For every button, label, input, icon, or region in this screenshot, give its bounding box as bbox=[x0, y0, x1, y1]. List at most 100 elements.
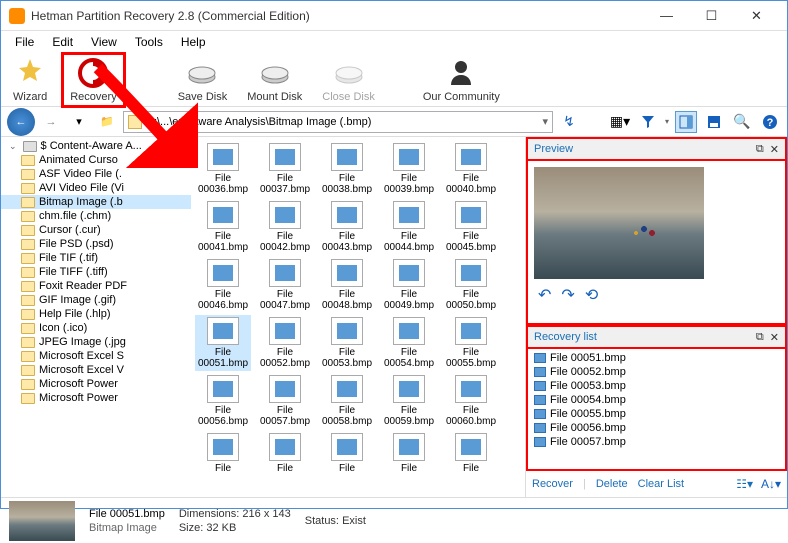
file-item[interactable]: File00042.bmp bbox=[257, 199, 313, 255]
popout-icon[interactable]: ⧉ bbox=[756, 143, 764, 156]
tree-root[interactable]: $ Content-Aware A... bbox=[1, 139, 191, 153]
save-button[interactable] bbox=[703, 111, 725, 133]
file-item[interactable]: File00060.bmp bbox=[443, 373, 499, 429]
file-item[interactable]: File00036.bmp bbox=[195, 141, 251, 197]
nav-forward-button[interactable]: → bbox=[39, 110, 63, 134]
recovery-item[interactable]: File 00057.bmp bbox=[532, 435, 781, 449]
tree-item[interactable]: AVI Video File (Vi bbox=[1, 181, 191, 195]
menu-tools[interactable]: Tools bbox=[127, 33, 171, 51]
tree-item[interactable]: GIF Image (.gif) bbox=[1, 293, 191, 307]
recovery-item[interactable]: File 00051.bmp bbox=[532, 351, 781, 365]
close-icon[interactable]: ✕ bbox=[770, 331, 779, 344]
file-item[interactable]: File00059.bmp bbox=[381, 373, 437, 429]
menu-file[interactable]: File bbox=[7, 33, 42, 51]
mountdisk-button[interactable]: Mount Disk bbox=[241, 55, 308, 105]
delete-button[interactable]: Delete bbox=[596, 478, 628, 490]
file-item[interactable]: File00049.bmp bbox=[381, 257, 437, 313]
tree-item[interactable]: Help File (.hlp) bbox=[1, 307, 191, 321]
file-item[interactable]: File00038.bmp bbox=[319, 141, 375, 197]
tree-item[interactable]: Icon (.ico) bbox=[1, 321, 191, 335]
file-item[interactable]: File bbox=[195, 431, 251, 476]
tree-item[interactable]: Microsoft Excel V bbox=[1, 363, 191, 377]
file-item[interactable]: File00046.bmp bbox=[195, 257, 251, 313]
file-item[interactable]: File00057.bmp bbox=[257, 373, 313, 429]
help-button[interactable]: ? bbox=[759, 111, 781, 133]
recovery-item[interactable]: File 00054.bmp bbox=[532, 393, 781, 407]
file-item[interactable]: File00055.bmp bbox=[443, 315, 499, 371]
recovery-item[interactable]: File 00055.bmp bbox=[532, 407, 781, 421]
file-item[interactable]: File00054.bmp bbox=[381, 315, 437, 371]
file-item[interactable]: File bbox=[257, 431, 313, 476]
file-item[interactable]: File00058.bmp bbox=[319, 373, 375, 429]
wizard-button[interactable]: Wizard bbox=[7, 55, 53, 105]
refresh-button[interactable]: ↯ bbox=[557, 110, 581, 134]
options-button[interactable]: ▦▾ bbox=[609, 111, 631, 133]
file-item[interactable]: File bbox=[319, 431, 375, 476]
file-item[interactable]: File00052.bmp bbox=[257, 315, 313, 371]
tree-item[interactable]: Microsoft Power bbox=[1, 377, 191, 391]
search-button[interactable]: 🔍 bbox=[731, 111, 753, 133]
file-item[interactable]: File00044.bmp bbox=[381, 199, 437, 255]
nav-up-button[interactable]: 📁 bbox=[95, 110, 119, 134]
file-item[interactable]: File00056.bmp bbox=[195, 373, 251, 429]
nav-back-button[interactable]: ← bbox=[7, 108, 35, 136]
view-mode-icon[interactable]: ☷▾ bbox=[736, 477, 753, 491]
recovery-list[interactable]: File 00051.bmpFile 00052.bmpFile 00053.b… bbox=[526, 347, 787, 471]
chevron-down-icon[interactable]: ▾ bbox=[542, 115, 548, 128]
menu-view[interactable]: View bbox=[83, 33, 125, 51]
tree-item[interactable]: File TIF (.tif) bbox=[1, 251, 191, 265]
recovery-item[interactable]: File 00056.bmp bbox=[532, 421, 781, 435]
file-item[interactable]: File00040.bmp bbox=[443, 141, 499, 197]
close-button[interactable]: ✕ bbox=[734, 2, 779, 30]
tree-item[interactable]: File PSD (.psd) bbox=[1, 237, 191, 251]
maximize-button[interactable]: ☐ bbox=[689, 2, 734, 30]
file-item[interactable]: File00048.bmp bbox=[319, 257, 375, 313]
file-item[interactable]: File bbox=[443, 431, 499, 476]
file-item[interactable]: File00041.bmp bbox=[195, 199, 251, 255]
tree-item[interactable]: Foxit Reader PDF bbox=[1, 279, 191, 293]
closedisk-button[interactable]: Close Disk bbox=[316, 55, 381, 105]
view-preview-button[interactable] bbox=[675, 111, 697, 133]
address-bar[interactable]: C:\...\ent-Aware Analysis\Bitmap Image (… bbox=[123, 111, 553, 133]
file-item[interactable]: File00051.bmp bbox=[195, 315, 251, 371]
refresh-preview-button[interactable]: ⟲ bbox=[585, 285, 598, 305]
tree-item[interactable]: Bitmap Image (.b bbox=[1, 195, 191, 209]
file-item[interactable]: File00050.bmp bbox=[443, 257, 499, 313]
rotate-right-button[interactable]: ↷ bbox=[561, 285, 574, 305]
recovery-item[interactable]: File 00053.bmp bbox=[532, 379, 781, 393]
file-list[interactable]: File00036.bmpFile00037.bmpFile00038.bmpF… bbox=[191, 137, 525, 497]
recovery-button[interactable]: Recovery bbox=[61, 52, 125, 108]
close-icon[interactable]: ✕ bbox=[770, 143, 779, 156]
rotate-left-button[interactable]: ↶ bbox=[538, 285, 551, 305]
tree-item[interactable]: File TIFF (.tiff) bbox=[1, 265, 191, 279]
menu-help[interactable]: Help bbox=[173, 33, 214, 51]
file-item[interactable]: File00045.bmp bbox=[443, 199, 499, 255]
tree-item[interactable]: Microsoft Power bbox=[1, 391, 191, 405]
minimize-button[interactable]: — bbox=[644, 2, 689, 30]
community-button[interactable]: Our Community bbox=[417, 55, 506, 105]
tree-item[interactable]: JPEG Image (.jpg bbox=[1, 335, 191, 349]
filter-button[interactable] bbox=[637, 111, 659, 133]
file-item[interactable]: File00047.bmp bbox=[257, 257, 313, 313]
nav-dropdown-button[interactable]: ▾ bbox=[67, 110, 91, 134]
menu-edit[interactable]: Edit bbox=[44, 33, 81, 51]
tree-item[interactable]: chm.file (.chm) bbox=[1, 209, 191, 223]
tree-item[interactable]: Microsoft Excel S bbox=[1, 349, 191, 363]
folder-tree[interactable]: $ Content-Aware A... Animated CursoASF V… bbox=[1, 137, 191, 497]
tree-item[interactable]: Animated Curso bbox=[1, 153, 191, 167]
window-title: Hetman Partition Recovery 2.8 (Commercia… bbox=[31, 9, 644, 23]
tree-item[interactable]: ASF Video File (. bbox=[1, 167, 191, 181]
tree-item[interactable]: Cursor (.cur) bbox=[1, 223, 191, 237]
file-item[interactable]: File00043.bmp bbox=[319, 199, 375, 255]
file-item[interactable]: File00037.bmp bbox=[257, 141, 313, 197]
clearlist-button[interactable]: Clear List bbox=[638, 478, 684, 490]
file-item[interactable]: File bbox=[381, 431, 437, 476]
file-item[interactable]: File00053.bmp bbox=[319, 315, 375, 371]
savedisk-button[interactable]: Save Disk bbox=[172, 55, 234, 105]
folder-icon bbox=[128, 115, 142, 129]
file-item[interactable]: File00039.bmp bbox=[381, 141, 437, 197]
recovery-item[interactable]: File 00052.bmp bbox=[532, 365, 781, 379]
sort-icon[interactable]: A↓▾ bbox=[761, 477, 781, 491]
recover-button[interactable]: Recover bbox=[532, 478, 573, 490]
popout-icon[interactable]: ⧉ bbox=[756, 331, 764, 344]
